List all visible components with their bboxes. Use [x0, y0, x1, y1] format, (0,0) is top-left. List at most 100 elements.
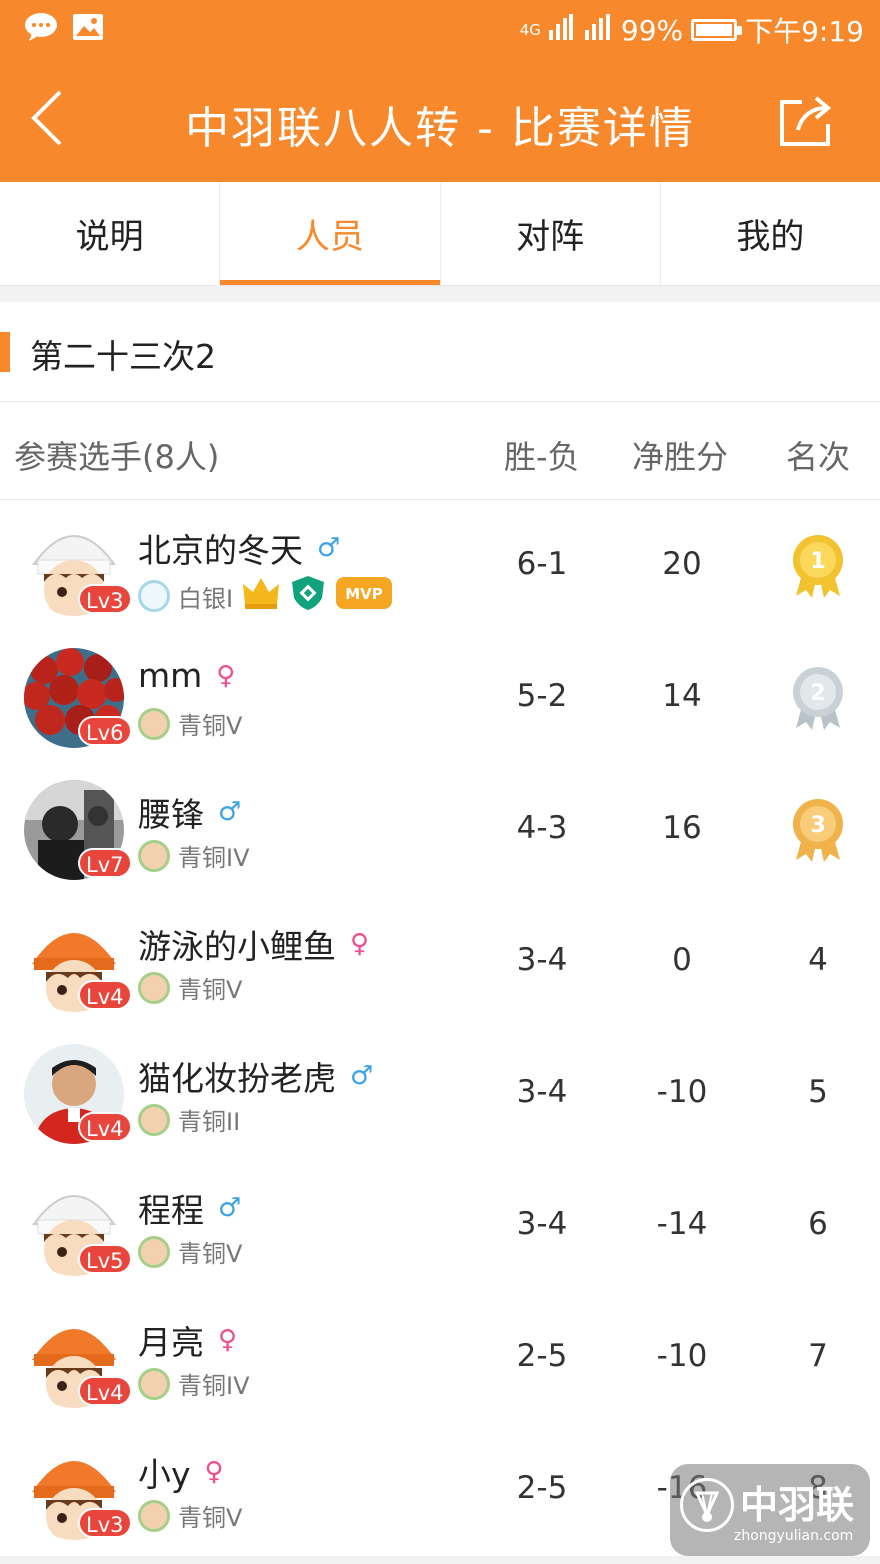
player-name-line: 猫化妆扮老虎 ♂: [138, 1052, 373, 1100]
share-icon[interactable]: [776, 92, 834, 150]
level-badge: Lv5: [78, 1244, 132, 1274]
player-row[interactable]: Lv5 程程 ♂ 青铜V 3-4 -14 6: [0, 1160, 880, 1292]
female-icon: ♀: [218, 1325, 238, 1355]
tab-members[interactable]: 人员: [220, 182, 441, 285]
medal-rank: 3: [810, 813, 825, 838]
tab-description[interactable]: 说明: [0, 182, 221, 285]
watermark: 中羽联 zhongyulian.com: [670, 1464, 870, 1556]
event-section: 第二十三次2: [0, 302, 880, 402]
rank-tier-icon: [138, 839, 170, 872]
medal-rank: 2: [810, 681, 825, 706]
watermark-name: 中羽联: [740, 1483, 855, 1527]
rank-tier-icon: [138, 580, 170, 612]
rank-number: 5: [808, 1074, 828, 1110]
section-accent-bar: [0, 332, 10, 372]
battery-percent: 99%: [620, 13, 684, 47]
mvp-label: MVP: [345, 585, 383, 603]
event-title: 第二十三次2: [30, 337, 216, 376]
rank-line: 青铜IV: [138, 1366, 250, 1401]
rank-line: 白银I MVP: [138, 574, 393, 618]
rank-title: 青铜IV: [178, 844, 250, 872]
table-header: 参赛选手(8人) 胜-负 净胜分 名次: [0, 402, 880, 500]
header-net-points: 净胜分: [632, 438, 729, 476]
level-badge: Lv3: [78, 1508, 132, 1538]
player-name-line: 北京的冬天 ♂: [138, 524, 340, 572]
net-points: 0: [672, 942, 692, 978]
chat-bubble-icon: [24, 12, 58, 46]
rank-number: 6: [808, 1206, 828, 1242]
tab-matchups[interactable]: 对阵: [441, 182, 661, 285]
mvp-badge: MVP: [335, 576, 393, 616]
tab-mine[interactable]: 我的: [661, 182, 880, 285]
tab-bar: 说明 人员 对阵 我的: [0, 182, 880, 286]
win-loss: 6-1: [516, 546, 568, 582]
rank-tier-icon: [138, 1499, 170, 1532]
battery-icon: [691, 19, 743, 41]
net-points: -10: [656, 1074, 708, 1110]
player-name: 程程: [138, 1191, 204, 1230]
rank-line: 青铜V: [138, 1498, 242, 1533]
rank-title: 青铜V: [178, 1504, 243, 1532]
rank-title: 青铜V: [178, 1240, 243, 1268]
app-bar: 中羽联八人转 - 比赛详情: [0, 58, 880, 182]
male-icon: ♂: [218, 797, 242, 827]
win-loss: 3-4: [516, 942, 568, 978]
rank-title: 白银I: [178, 584, 234, 613]
rank-title: 青铜IV: [178, 1372, 250, 1400]
player-name: mm: [138, 656, 203, 695]
player-row[interactable]: Lv6 mm ♀ 青铜V 5-2 14 2: [0, 632, 880, 764]
net-points: 20: [662, 546, 702, 582]
player-name-line: mm ♀: [138, 656, 235, 695]
win-loss: 5-2: [516, 678, 568, 714]
male-icon: ♂: [350, 1061, 374, 1091]
level-badge: Lv4: [78, 1112, 132, 1142]
rank-title: 青铜V: [178, 976, 243, 1004]
rank-number: 4: [808, 942, 828, 978]
win-loss: 2-5: [516, 1470, 568, 1506]
player-name: 小y: [138, 1455, 191, 1494]
rank-title: 青铜II: [178, 1108, 241, 1136]
male-icon: ♂: [317, 533, 341, 563]
shield-badge-icon: [289, 574, 327, 618]
player-list: Lv3 北京的冬天 ♂ 白银I MVP 6-1 20 1 Lv6 mm ♀ 青铜…: [0, 500, 880, 1556]
rank-line: 青铜V: [138, 1234, 242, 1269]
clock: 下午9:19: [745, 15, 864, 48]
player-row[interactable]: Lv4 月亮 ♀ 青铜IV 2-5 -10 7: [0, 1292, 880, 1424]
win-loss: 4-3: [516, 810, 568, 846]
net-points: -10: [656, 1338, 708, 1374]
medal-rank: 1: [810, 549, 825, 574]
level-badge: Lv3: [78, 584, 132, 614]
network-type: 4G: [519, 21, 541, 39]
player-row[interactable]: Lv7 腰锋 ♂ 青铜IV 4-3 16 3: [0, 764, 880, 896]
rank-line: 青铜V: [138, 970, 242, 1005]
level-badge: Lv4: [78, 1376, 132, 1406]
crown-icon: [241, 576, 281, 616]
player-name: 腰锋: [138, 795, 204, 834]
net-points: -14: [656, 1206, 708, 1242]
bronze-medal-icon: 3: [790, 798, 846, 864]
battery-fill: [696, 24, 732, 36]
rank-tier-icon: [138, 1103, 170, 1136]
player-name: 月亮: [138, 1323, 204, 1362]
level-badge: Lv7: [78, 848, 132, 878]
header-rank: 名次: [786, 438, 851, 476]
player-name-line: 游泳的小鲤鱼 ♀: [138, 920, 369, 968]
watermark-url: zhongyulian.com: [734, 1528, 854, 1544]
female-icon: ♀: [216, 660, 236, 691]
rank-number: 7: [808, 1338, 828, 1374]
rank-tier-icon: [138, 1367, 170, 1400]
rank-tier-icon: [138, 971, 170, 1004]
rank-tier-icon: [138, 1235, 170, 1268]
player-row[interactable]: Lv3 北京的冬天 ♂ 白银I MVP 6-1 20 1: [0, 500, 880, 632]
page-title: 中羽联八人转 - 比赛详情: [185, 103, 695, 154]
win-loss: 3-4: [516, 1206, 568, 1242]
player-row[interactable]: Lv4 游泳的小鲤鱼 ♀ 青铜V 3-4 0 4: [0, 896, 880, 1028]
player-name-line: 程程 ♂: [138, 1184, 241, 1232]
header-players: 参赛选手(8人): [14, 438, 220, 476]
player-row[interactable]: Lv4 猫化妆扮老虎 ♂ 青铜II 3-4 -10 5: [0, 1028, 880, 1160]
silver-medal-icon: 2: [790, 666, 846, 732]
shuttlecock-logo-icon: [680, 1478, 734, 1532]
rank-tier-icon: [138, 707, 170, 740]
player-name: 北京的冬天: [138, 531, 303, 570]
player-name-line: 月亮 ♀: [138, 1316, 237, 1364]
